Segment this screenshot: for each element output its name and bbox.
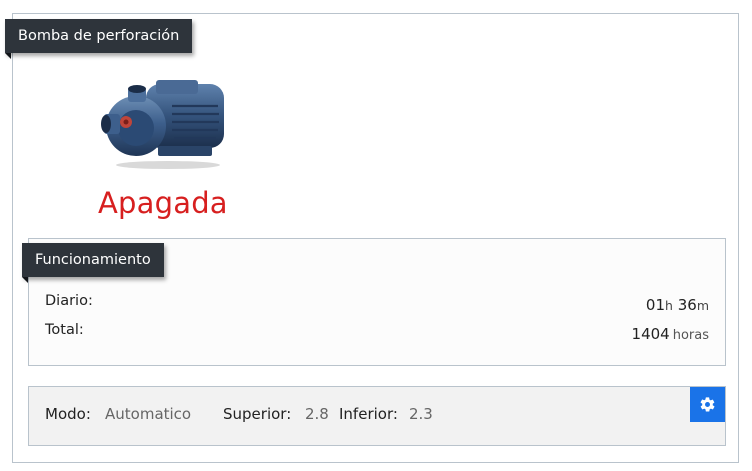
daily-label: Diario: — [45, 293, 93, 309]
card-title: Bomba de perforación — [5, 19, 193, 59]
daily-hours: 01 — [645, 296, 665, 314]
upper-label: Superior: — [223, 405, 292, 423]
gear-icon — [700, 397, 715, 412]
minutes-unit: m — [696, 298, 709, 313]
hours-unit: h — [665, 298, 673, 313]
total-value: 1404 — [631, 325, 670, 343]
total-unit: horas — [672, 328, 709, 343]
daily-value: 01h 36m — [646, 296, 709, 314]
mode-value: Automatico — [105, 405, 192, 423]
pump-status: Apagada — [98, 186, 228, 220]
operation-title: Funcionamiento — [22, 243, 164, 283]
water-pump-icon — [101, 80, 224, 169]
settings-button[interactable] — [690, 387, 725, 422]
lower-label: Inferior: — [339, 405, 398, 423]
mode-label: Modo: — [45, 405, 91, 423]
total-value-group: 1404 horas — [632, 325, 709, 343]
total-label: Total: — [45, 322, 84, 338]
lower-value: 2.3 — [409, 405, 433, 423]
upper-value: 2.8 — [305, 405, 329, 423]
daily-minutes: 36 — [677, 296, 697, 314]
